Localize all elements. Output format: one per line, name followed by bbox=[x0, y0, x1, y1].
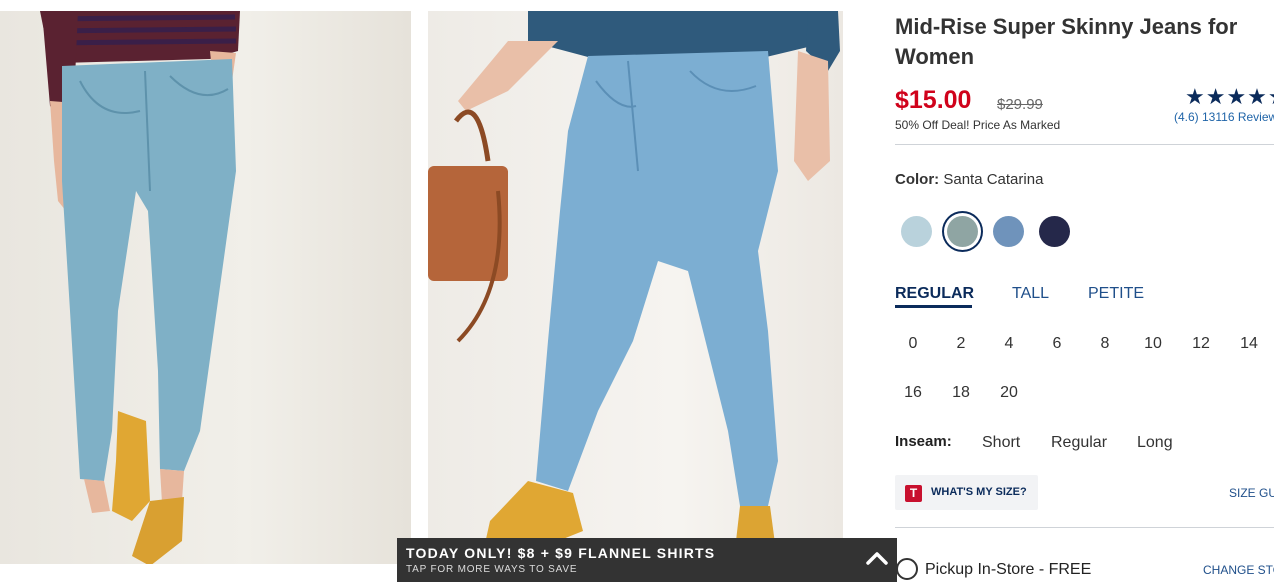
inseam-label: Inseam: bbox=[895, 433, 952, 450]
size-option-16[interactable]: 16 bbox=[895, 384, 931, 402]
color-swatch-santa-catarina[interactable] bbox=[947, 216, 978, 247]
product-info-panel: Mid-Rise Super Skinny Jeans for Women $1… bbox=[895, 0, 1274, 582]
reviews-link[interactable]: (4.6) 13116 Reviews bbox=[1174, 110, 1274, 124]
deal-text: 50% Off Deal! Price As Marked bbox=[895, 118, 1061, 132]
current-price: $15.00 bbox=[895, 86, 972, 114]
color-label-row: Color: Santa Catarina bbox=[895, 171, 1043, 188]
change-store-link[interactable]: CHANGE STORE bbox=[1203, 563, 1274, 577]
size-option-2[interactable]: 2 bbox=[943, 335, 979, 353]
tab-petite[interactable]: PETITE bbox=[1088, 285, 1144, 303]
chevron-up-icon[interactable] bbox=[865, 548, 889, 568]
size-option-0[interactable]: 0 bbox=[895, 335, 931, 353]
inseam-option-long[interactable]: Long bbox=[1137, 434, 1173, 452]
true-fit-icon: T bbox=[905, 485, 922, 502]
color-selected-name: Santa Catarina bbox=[943, 171, 1044, 188]
color-swatch-light-wash[interactable] bbox=[901, 216, 932, 247]
product-image-side[interactable] bbox=[428, 11, 843, 582]
size-option-8[interactable]: 8 bbox=[1087, 335, 1123, 353]
active-tab-underline bbox=[895, 305, 972, 308]
original-price: $29.99 bbox=[997, 96, 1043, 113]
inseam-option-regular[interactable]: Regular bbox=[1051, 434, 1107, 452]
color-label: Color: bbox=[895, 171, 940, 188]
product-title: Mid-Rise Super Skinny Jeans for Women bbox=[895, 14, 1238, 69]
promo-banner[interactable]: TODAY ONLY! $8 + $9 FLANNEL SHIRTS TAP F… bbox=[397, 538, 897, 582]
color-swatch-medium-wash[interactable] bbox=[993, 216, 1024, 247]
pickup-in-store-label[interactable]: Pickup In-Store - FREE bbox=[925, 561, 1091, 579]
size-guide-link[interactable]: SIZE GUIDE bbox=[1229, 486, 1274, 500]
size-option-14[interactable]: 14 bbox=[1231, 335, 1267, 353]
divider bbox=[895, 527, 1274, 528]
product-photo-side-illustration bbox=[428, 11, 840, 556]
promo-title: TODAY ONLY! $8 + $9 FLANNEL SHIRTS bbox=[406, 545, 716, 561]
whats-my-size-button[interactable]: T WHAT'S MY SIZE? bbox=[895, 475, 1038, 510]
size-option-10[interactable]: 10 bbox=[1135, 335, 1171, 353]
color-swatch-dark-wash[interactable] bbox=[1039, 216, 1070, 247]
divider bbox=[895, 144, 1274, 145]
size-option-20[interactable]: 20 bbox=[991, 384, 1027, 402]
tab-regular[interactable]: REGULAR bbox=[895, 285, 974, 303]
size-option-18[interactable]: 18 bbox=[943, 384, 979, 402]
whats-my-size-label: WHAT'S MY SIZE? bbox=[931, 486, 1027, 498]
star-rating-icon[interactable]: ★★★★★ bbox=[1185, 84, 1274, 110]
size-option-12[interactable]: 12 bbox=[1183, 335, 1219, 353]
inseam-option-short[interactable]: Short bbox=[982, 434, 1020, 452]
size-option-4[interactable]: 4 bbox=[991, 335, 1027, 353]
size-option-6[interactable]: 6 bbox=[1039, 335, 1075, 353]
product-image-front[interactable] bbox=[0, 11, 411, 564]
radio-unchecked-icon[interactable] bbox=[896, 558, 918, 580]
product-photo-front-illustration bbox=[40, 11, 240, 564]
tab-tall[interactable]: TALL bbox=[1012, 285, 1049, 303]
promo-subtitle: TAP FOR MORE WAYS TO SAVE bbox=[406, 564, 578, 575]
